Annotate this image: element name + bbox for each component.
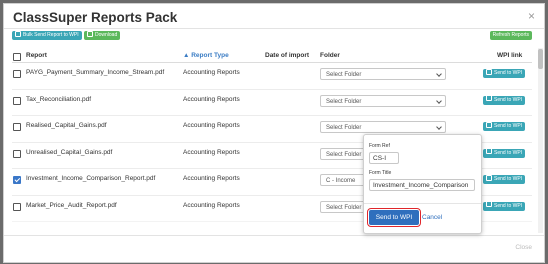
reports-pack-modal: ClassSuper Reports Pack × Bulk Send Repo…: [3, 3, 545, 263]
send-to-wpi-popover: Form Ref CS-I Form Title Investment_Inco…: [363, 134, 482, 234]
select-all-checkbox[interactable]: [13, 53, 21, 61]
header-folder[interactable]: Folder: [320, 52, 340, 59]
scrollbar-thumb[interactable]: [538, 49, 543, 69]
send-icon: [486, 95, 492, 102]
row-divider: [12, 88, 532, 90]
send-icon: [486, 121, 492, 128]
report-name: Investment_Income_Comparison_Report.pdf: [26, 175, 156, 182]
header-divider: [4, 28, 544, 29]
send-icon: [486, 201, 492, 208]
chevron-down-icon: [436, 71, 442, 77]
folder-select-value: Select Folder: [326, 125, 362, 131]
report-type: Accounting Reports: [183, 69, 240, 76]
report-type: Accounting Reports: [183, 201, 240, 209]
send-to-wpi-button[interactable]: Send to WPI: [483, 95, 526, 105]
send-to-wpi-button[interactable]: Send to WPI: [483, 68, 526, 78]
folder-select-value: Select Folder: [326, 151, 362, 158]
folder-select-value: C - Income: [326, 178, 356, 184]
send-to-wpi-label: Send to WPI: [494, 96, 523, 103]
report-name: PAYG_Payment_Summary_Income_Stream.pdf: [26, 69, 165, 76]
row-checkbox[interactable]: [13, 202, 21, 211]
report-name: Unrealised_Capital_Gains.pdf: [26, 148, 113, 156]
refresh-reports-button[interactable]: Refresh Reports: [489, 31, 532, 40]
report-name: Tax_Reconciliation.pdf: [26, 95, 92, 103]
send-to-wpi-label: Send to WPI: [494, 70, 523, 76]
send-icon: [15, 30, 21, 37]
folder-select-value: Select Folder: [326, 72, 362, 78]
footer-close-button[interactable]: Close: [515, 244, 532, 251]
header-date-of-import[interactable]: Date of import: [265, 52, 309, 59]
bulk-send-button[interactable]: Bulk Send Report to WPI: [12, 30, 82, 40]
report-name: Market_Price_Audit_Report.pdf: [26, 201, 117, 209]
refresh-label: Refresh Reports: [492, 32, 529, 38]
report-type: Accounting Reports: [183, 95, 240, 103]
close-icon[interactable]: ×: [528, 9, 535, 23]
scrollbar-track[interactable]: [538, 48, 543, 233]
send-icon: [486, 68, 492, 75]
folder-select[interactable]: Select Folder: [320, 94, 446, 107]
form-ref-input[interactable]: CS-I: [369, 152, 399, 164]
header-report-type[interactable]: ▲ Report Type: [183, 52, 229, 59]
report-type: Accounting Reports: [183, 122, 240, 129]
report-name: Realised_Capital_Gains.pdf: [26, 122, 107, 129]
send-to-wpi-label: Send to WPI: [494, 202, 523, 209]
send-to-wpi-button[interactable]: Send to WPI: [483, 121, 526, 131]
send-to-wpi-button[interactable]: Send to WPI: [483, 174, 526, 184]
popover-divider: [364, 203, 481, 204]
form-ref-label: Form Ref: [369, 143, 390, 149]
header-wpi-link: WPI link: [497, 52, 523, 59]
footer-divider: [4, 235, 544, 236]
row-checkbox[interactable]: [13, 123, 21, 131]
header-report[interactable]: Report: [26, 52, 47, 59]
header-divider-line: [12, 62, 532, 63]
folder-select-value: Select Folder: [326, 204, 362, 211]
folder-select[interactable]: Select Folder: [320, 121, 446, 133]
report-type: Accounting Reports: [183, 148, 240, 156]
send-to-wpi-label: Send to WPI: [494, 123, 523, 129]
folder-select-value: Select Folder: [326, 98, 362, 105]
send-icon: [486, 174, 492, 181]
download-button[interactable]: Download: [84, 30, 121, 40]
send-to-wpi-submit-button[interactable]: Send to WPI: [367, 208, 421, 227]
send-to-wpi-button[interactable]: Send to WPI: [483, 201, 526, 211]
row-checkbox[interactable]: [13, 70, 21, 78]
form-title-input[interactable]: Investment_Income_Comparison: [369, 179, 475, 191]
send-to-wpi-label: Send to WPI: [494, 149, 523, 156]
send-to-wpi-button[interactable]: Send to WPI: [483, 148, 526, 158]
chevron-down-icon: [436, 124, 442, 130]
bulk-send-label: Bulk Send Report to WPI: [23, 32, 79, 38]
download-label: Download: [95, 32, 118, 38]
folder-select[interactable]: Select Folder: [320, 68, 446, 80]
chevron-down-icon: [436, 97, 442, 104]
send-to-wpi-label: Send to WPI: [494, 176, 523, 182]
row-divider: [12, 115, 532, 116]
modal-title: ClassSuper Reports Pack: [13, 10, 178, 25]
row-checkbox[interactable]: [13, 149, 21, 158]
form-title-label: Form Title: [369, 170, 392, 176]
report-type: Accounting Reports: [183, 175, 240, 182]
send-icon: [486, 148, 492, 155]
cancel-link[interactable]: Cancel: [422, 214, 442, 221]
row-checkbox[interactable]: [13, 176, 21, 184]
download-icon: [87, 30, 93, 37]
row-checkbox[interactable]: [13, 96, 21, 105]
